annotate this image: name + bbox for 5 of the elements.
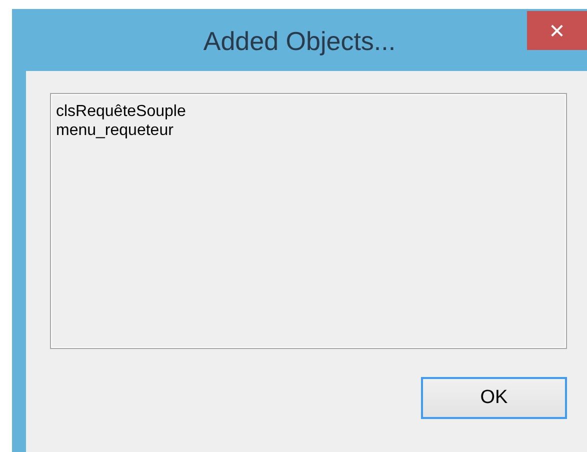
window-title: Added Objects... — [203, 26, 396, 57]
ok-button[interactable]: OK — [421, 377, 567, 419]
close-button[interactable]: ✕ — [527, 11, 587, 50]
list-item[interactable]: menu_requeteur — [56, 121, 561, 140]
list-item[interactable]: clsRequêteSouple — [56, 102, 561, 121]
